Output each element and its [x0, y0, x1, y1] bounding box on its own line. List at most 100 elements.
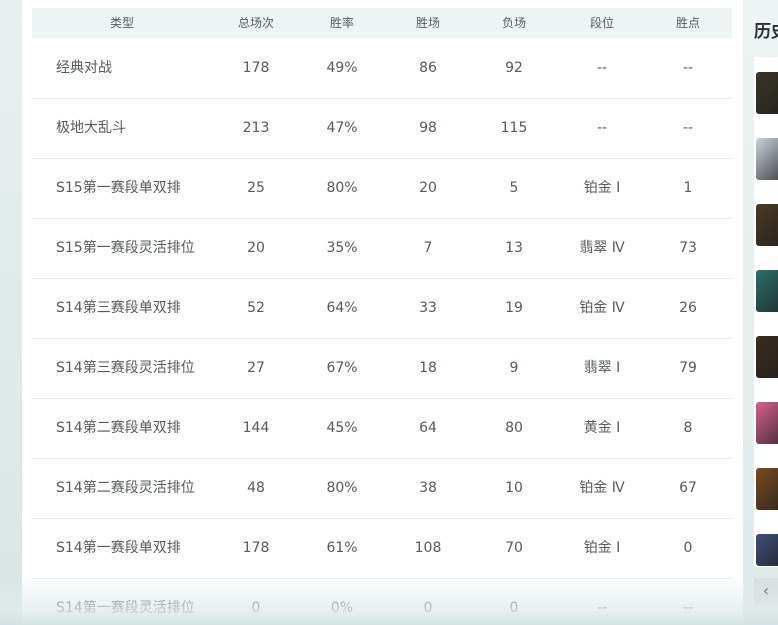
header-losses: 负场 — [501, 16, 526, 30]
cell-type: S15第一赛段灵活排位 — [56, 240, 195, 256]
cell-wins: 86 — [419, 60, 437, 76]
cell-wins: 64 — [419, 420, 437, 436]
header-league-points: 胜点 — [675, 16, 700, 30]
cell-win-rate: 0% — [330, 600, 354, 616]
champion-thumbnail[interactable] — [756, 138, 778, 180]
header-win-rate: 胜率 — [329, 16, 354, 30]
cell-total-games: 144 — [242, 420, 270, 436]
cell-win-rate: 80% — [326, 480, 358, 496]
cell-rank: 铂金 Ⅳ — [579, 480, 625, 496]
cell-rank: 铂金 Ⅳ — [579, 300, 625, 316]
table-row: S14第一赛段单双排 178 61% 108 70 铂金 Ⅰ 0 — [32, 518, 732, 579]
cell-losses: 115 — [500, 120, 528, 136]
cell-losses: 92 — [505, 60, 523, 76]
table-row: S14第二赛段单双排 144 45% 64 80 黄金 Ⅰ 8 — [32, 398, 732, 459]
cell-win-rate: 47% — [326, 120, 358, 136]
cell-total-games: 178 — [242, 60, 270, 76]
cell-type: S14第一赛段灵活排位 — [56, 600, 195, 616]
cell-rank: -- — [596, 60, 608, 76]
table-row: S14第三赛段灵活排位 27 67% 18 9 翡翠 Ⅰ 79 — [32, 338, 732, 399]
champion-thumbnail[interactable] — [756, 336, 778, 378]
cell-win-rate: 35% — [326, 240, 358, 256]
cell-type: S14第二赛段单双排 — [56, 420, 181, 436]
cell-win-rate: 45% — [326, 420, 358, 436]
header-type: 类型 — [109, 16, 134, 30]
cell-league-points: 8 — [683, 420, 693, 436]
cell-type: 极地大乱斗 — [56, 120, 126, 136]
cell-total-games: 178 — [242, 540, 270, 556]
cell-total-games: 25 — [247, 180, 265, 196]
cell-wins: 18 — [419, 360, 437, 376]
cell-total-games: 20 — [247, 240, 265, 256]
cell-rank: 翡翠 Ⅳ — [579, 240, 625, 256]
champion-thumbnail[interactable] — [756, 204, 778, 246]
page-background-left — [0, 0, 22, 625]
cell-wins: 33 — [419, 300, 437, 316]
cell-win-rate: 61% — [326, 540, 358, 556]
cell-league-points: 73 — [679, 240, 697, 256]
table-row: 经典对战 178 49% 86 92 -- -- — [32, 38, 732, 99]
cell-total-games: 213 — [242, 120, 270, 136]
header-total-games: 总场次 — [237, 16, 274, 30]
cell-type: S14第三赛段单双排 — [56, 300, 181, 316]
cell-wins: 38 — [419, 480, 437, 496]
table-row: 极地大乱斗 213 47% 98 115 -- -- — [32, 98, 732, 159]
champion-thumbnail[interactable] — [756, 402, 778, 444]
table-header: 类型 总场次 胜率 胜场 负场 段位 胜点 — [32, 8, 732, 38]
cell-losses: 10 — [505, 480, 523, 496]
cell-total-games: 52 — [247, 300, 265, 316]
cell-win-rate: 64% — [326, 300, 358, 316]
cell-total-games: 27 — [247, 360, 265, 376]
stats-panel: 类型 总场次 胜率 胜场 负场 段位 胜点 经典对战 178 49% 86 92… — [22, 0, 743, 625]
cell-losses: 19 — [505, 300, 523, 316]
cell-league-points: 1 — [683, 180, 693, 196]
table-row: S14第三赛段单双排 52 64% 33 19 铂金 Ⅳ 26 — [32, 278, 732, 339]
table-row: S14第二赛段灵活排位 48 80% 38 10 铂金 Ⅳ 67 — [32, 458, 732, 519]
cell-rank: 铂金 Ⅰ — [583, 180, 621, 196]
table-row: S14第一赛段灵活排位 0 0% 0 0 -- -- — [32, 578, 732, 625]
cell-league-points: 26 — [679, 300, 697, 316]
cell-losses: 9 — [509, 360, 519, 376]
cell-type: 经典对战 — [56, 60, 112, 76]
cell-league-points: 79 — [679, 360, 697, 376]
cell-type: S14第一赛段单双排 — [56, 540, 181, 556]
cell-rank: -- — [596, 120, 608, 136]
header-wins: 胜场 — [415, 16, 440, 30]
cell-wins: 108 — [414, 540, 442, 556]
cell-losses: 13 — [505, 240, 523, 256]
champion-thumbnail[interactable] — [756, 72, 778, 114]
table-row: S15第一赛段灵活排位 20 35% 7 13 翡翠 Ⅳ 73 — [32, 218, 732, 279]
cell-rank: 翡翠 Ⅰ — [583, 360, 621, 376]
cell-league-points: -- — [682, 120, 694, 136]
cell-win-rate: 80% — [326, 180, 358, 196]
champion-thumbnail[interactable] — [756, 534, 778, 566]
history-title: 历史 — [754, 22, 778, 42]
cell-wins: 20 — [419, 180, 437, 196]
cell-type: S14第二赛段灵活排位 — [56, 480, 195, 496]
chevron-left-icon: ‹ — [762, 581, 770, 600]
table-row: S15第一赛段单双排 25 80% 20 5 铂金 Ⅰ 1 — [32, 158, 732, 219]
cell-total-games: 0 — [251, 600, 261, 616]
cell-win-rate: 67% — [326, 360, 358, 376]
cell-rank: 黄金 Ⅰ — [583, 420, 621, 436]
cell-league-points: -- — [682, 600, 694, 616]
cell-rank: -- — [596, 600, 608, 616]
cell-wins: 98 — [419, 120, 437, 136]
cell-wins: 0 — [423, 600, 433, 616]
cell-type: S15第一赛段单双排 — [56, 180, 181, 196]
champion-thumbnail[interactable] — [756, 270, 778, 312]
cell-total-games: 48 — [247, 480, 265, 496]
cell-losses: 0 — [509, 600, 519, 616]
scroll-left-button[interactable]: ‹ — [754, 578, 778, 604]
cell-losses: 5 — [509, 180, 519, 196]
header-rank: 段位 — [589, 16, 614, 30]
champion-thumbnail[interactable] — [756, 468, 778, 510]
cell-league-points: 0 — [683, 540, 693, 556]
cell-win-rate: 49% — [326, 60, 358, 76]
cell-type: S14第三赛段灵活排位 — [56, 360, 195, 376]
cell-league-points: -- — [682, 60, 694, 76]
cell-league-points: 67 — [679, 480, 697, 496]
cell-losses: 70 — [505, 540, 523, 556]
cell-rank: 铂金 Ⅰ — [583, 540, 621, 556]
cell-wins: 7 — [423, 240, 433, 256]
